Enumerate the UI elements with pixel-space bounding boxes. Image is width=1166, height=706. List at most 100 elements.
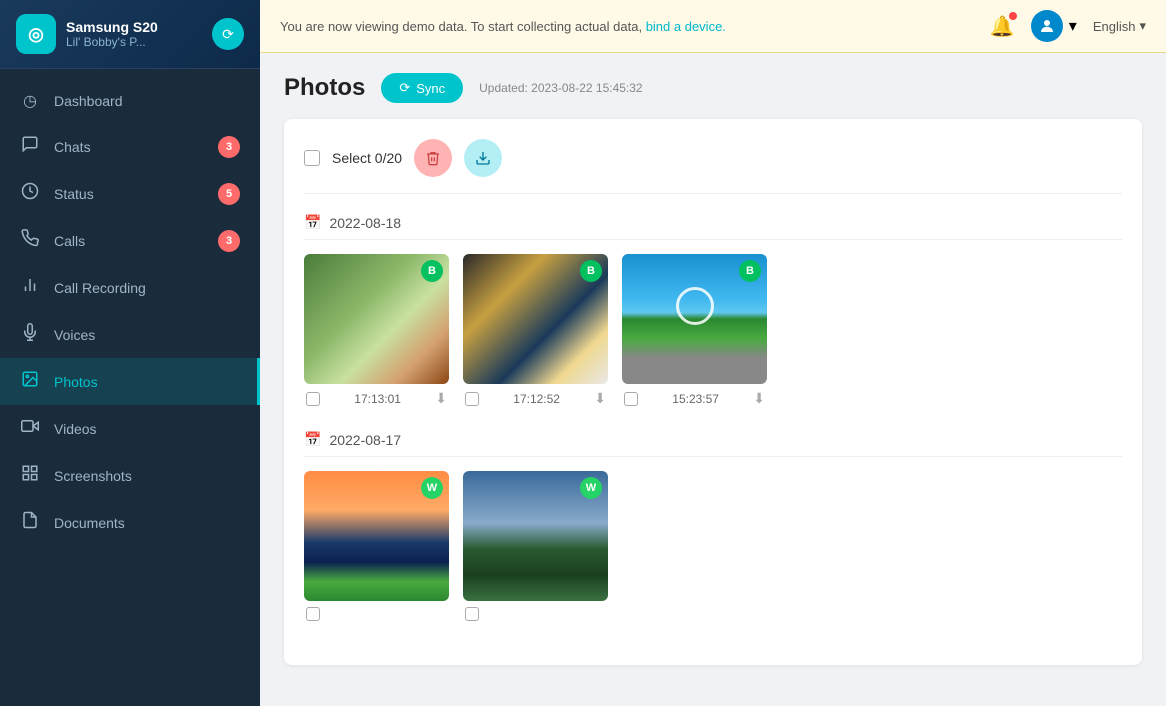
chevron-down-icon: ▾ <box>1069 16 1077 36</box>
photo-checkbox[interactable] <box>306 392 320 406</box>
photo-checkbox[interactable] <box>465 392 479 406</box>
photo-thumbnail[interactable]: W <box>304 471 449 601</box>
select-label: Select 0/20 <box>332 150 402 166</box>
sidebar-item-label-screenshots: Screenshots <box>54 468 132 484</box>
sidebar-item-videos[interactable]: Videos <box>0 405 260 452</box>
date-section-2022-08-18: 📅 2022-08-18 B 17:13:01 ⬇ <box>304 214 1122 407</box>
calendar-icon: 📅 <box>304 431 321 448</box>
call-recording-icon <box>20 276 40 299</box>
voices-icon <box>20 323 40 346</box>
photo-thumbnail[interactable]: W <box>463 471 608 601</box>
download-button[interactable] <box>464 139 502 177</box>
sidebar-item-label-voices: Voices <box>54 327 95 343</box>
device-info: Samsung S20 Lil' Bobby's P... <box>66 19 202 49</box>
sidebar-item-label-calls: Calls <box>54 233 85 249</box>
sidebar-item-screenshots[interactable]: Screenshots <box>0 452 260 499</box>
photo-download-icon[interactable]: ⬇ <box>435 390 447 407</box>
sidebar-item-label-documents: Documents <box>54 515 125 531</box>
main-area: You are now viewing demo data. To start … <box>260 0 1166 706</box>
photo-app-badge: W <box>580 477 602 499</box>
photo-item: B 15:23:57 ⬇ <box>622 254 767 407</box>
sidebar-item-label-chats: Chats <box>54 139 91 155</box>
photo-item: W <box>304 471 449 621</box>
app-logo: ◎ <box>16 14 56 54</box>
photo-checkbox[interactable] <box>465 607 479 621</box>
user-menu[interactable]: ▾ <box>1031 10 1077 42</box>
calendar-icon: 📅 <box>304 214 321 231</box>
lang-chevron-icon: ▾ <box>1139 18 1146 34</box>
language-selector[interactable]: English ▾ <box>1093 18 1146 34</box>
photo-download-icon[interactable]: ⬇ <box>594 390 606 407</box>
videos-icon <box>20 417 40 440</box>
photo-thumbnail[interactable]: B <box>463 254 608 384</box>
photo-item: B 17:13:01 ⬇ <box>304 254 449 407</box>
sidebar-item-chats[interactable]: Chats 3 <box>0 123 260 170</box>
photo-footer: 15:23:57 ⬇ <box>622 390 767 407</box>
photos-grid-2022-08-17: W W <box>304 471 1122 621</box>
sidebar-item-dashboard[interactable]: ◷ Dashboard <box>0 79 260 123</box>
sidebar-item-label-videos: Videos <box>54 421 97 437</box>
sidebar-item-documents[interactable]: Documents <box>0 499 260 546</box>
status-badge: 5 <box>218 183 240 205</box>
photo-download-icon[interactable]: ⬇ <box>753 390 765 407</box>
photo-time: 17:12:52 <box>513 392 560 406</box>
photo-checkbox[interactable] <box>306 607 320 621</box>
sync-button-icon: ⟳ <box>399 80 410 96</box>
demo-notice: You are now viewing demo data. To start … <box>280 19 726 34</box>
documents-icon <box>20 511 40 534</box>
date-header-2022-08-18: 📅 2022-08-18 <box>304 214 1122 240</box>
photo-footer: 17:13:01 ⬇ <box>304 390 449 407</box>
date-label: 2022-08-18 <box>329 215 401 231</box>
calls-icon <box>20 229 40 252</box>
updated-timestamp: Updated: 2023-08-22 15:45:32 <box>479 81 642 95</box>
photo-time: 15:23:57 <box>672 392 719 406</box>
calls-badge: 3 <box>218 230 240 252</box>
dashboard-icon: ◷ <box>20 91 40 111</box>
photos-grid-2022-08-18: B 17:13:01 ⬇ B <box>304 254 1122 407</box>
user-avatar <box>1031 10 1063 42</box>
photo-item: B 17:12:52 ⬇ <box>463 254 608 407</box>
sync-button-label: Sync <box>416 81 445 96</box>
photos-panel: Select 0/20 📅 2022-08-18 <box>284 119 1142 665</box>
sidebar-item-label-photos: Photos <box>54 374 98 390</box>
circle-overlay <box>676 287 714 325</box>
sidebar-item-label-dashboard: Dashboard <box>54 93 123 109</box>
photo-footer <box>463 607 608 621</box>
bind-device-link[interactable]: bind a device. <box>646 19 726 34</box>
photo-app-badge: B <box>421 260 443 282</box>
chats-icon <box>20 135 40 158</box>
photo-footer <box>304 607 449 621</box>
photo-checkbox[interactable] <box>624 392 638 406</box>
sidebar-item-call-recording[interactable]: Call Recording <box>0 264 260 311</box>
topbar: You are now viewing demo data. To start … <box>260 0 1166 53</box>
photo-thumbnail[interactable]: B <box>622 254 767 384</box>
select-all-checkbox[interactable] <box>304 150 320 166</box>
page-header: Photos ⟳ Sync Updated: 2023-08-22 15:45:… <box>284 73 1142 103</box>
sidebar-item-photos[interactable]: Photos <box>0 358 260 405</box>
date-label: 2022-08-17 <box>329 432 401 448</box>
sidebar-item-voices[interactable]: Voices <box>0 311 260 358</box>
page-title: Photos <box>284 74 365 102</box>
sync-header-button[interactable]: ⟳ <box>212 18 244 50</box>
photo-app-badge: W <box>421 477 443 499</box>
delete-button[interactable] <box>414 139 452 177</box>
nav-items: ◷ Dashboard Chats 3 Status 5 Calls 3 <box>0 69 260 706</box>
notification-dot <box>1009 12 1017 20</box>
photo-item: W <box>463 471 608 621</box>
sidebar-item-status[interactable]: Status 5 <box>0 170 260 217</box>
screenshots-icon <box>20 464 40 487</box>
sidebar-item-label-call-recording: Call Recording <box>54 280 146 296</box>
device-name: Samsung S20 <box>66 19 202 35</box>
photo-thumbnail[interactable]: B <box>304 254 449 384</box>
select-bar: Select 0/20 <box>304 139 1122 194</box>
photos-icon <box>20 370 40 393</box>
chats-badge: 3 <box>218 136 240 158</box>
content-area: Photos ⟳ Sync Updated: 2023-08-22 15:45:… <box>260 53 1166 706</box>
notification-button[interactable]: 🔔 <box>990 14 1015 39</box>
sidebar-item-calls[interactable]: Calls 3 <box>0 217 260 264</box>
sidebar-header: ◎ Samsung S20 Lil' Bobby's P... ⟳ <box>0 0 260 69</box>
date-header-2022-08-17: 📅 2022-08-17 <box>304 431 1122 457</box>
sidebar: ◎ Samsung S20 Lil' Bobby's P... ⟳ ◷ Dash… <box>0 0 260 706</box>
sync-button[interactable]: ⟳ Sync <box>381 73 463 103</box>
photo-time: 17:13:01 <box>354 392 401 406</box>
